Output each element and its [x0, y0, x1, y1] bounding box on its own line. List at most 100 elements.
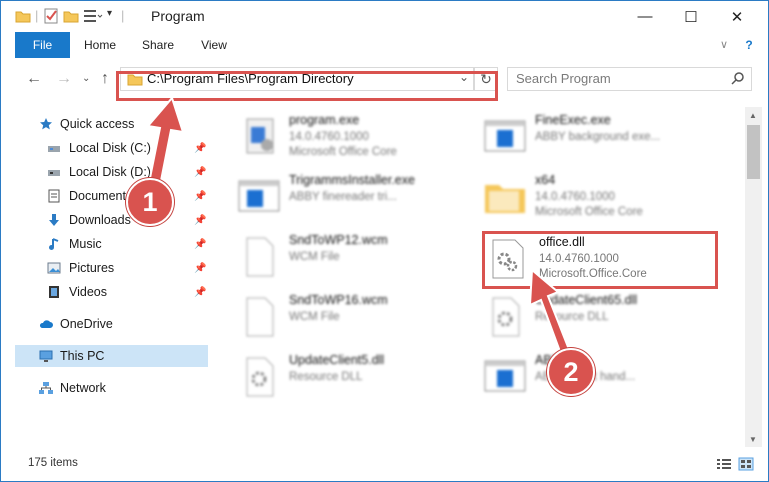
search-input[interactable]: Search Program — [507, 67, 752, 91]
pin-icon[interactable]: 📌 — [194, 239, 206, 250]
sidebar-item-label: OneDrive — [60, 317, 113, 331]
sidebar-item-quick-access[interactable]: Quick access — [15, 113, 208, 135]
ribbon-collapse-icon[interactable]: ∨ — [716, 32, 732, 58]
scrollbar-thumb[interactable] — [747, 125, 760, 179]
sidebar-item-label: Videos — [69, 285, 107, 299]
file-name: FineExec.exe — [535, 113, 611, 127]
file-detail: ABBY finereader tri... — [289, 191, 397, 203]
computer-icon — [39, 350, 53, 362]
close-button[interactable]: ✕ — [714, 1, 760, 32]
list-item[interactable]: x64 14.0.4760.1000 Microsoft Office Core — [483, 171, 723, 225]
list-item[interactable]: SndToWP16.wcm WCM File — [237, 291, 477, 345]
documents-icon — [48, 189, 60, 203]
list-item[interactable]: FineExec.exe ABBY background exe... — [483, 111, 723, 165]
pin-icon[interactable]: 📌 — [194, 167, 206, 178]
up-arrow-icon[interactable]: ↑ — [101, 70, 109, 88]
app-window-icon — [238, 180, 280, 212]
sidebar-item-documents[interactable]: Documents 📌 — [15, 185, 208, 207]
folder-icon[interactable] — [15, 8, 31, 24]
file-detail: WCM File — [289, 251, 340, 263]
title-bar: | ▾ | Program — ☐ ✕ — [1, 1, 768, 32]
file-name: x64 — [535, 173, 556, 187]
cloud-icon — [39, 320, 53, 328]
scroll-down-icon[interactable]: ▼ — [749, 435, 757, 444]
sidebar-item-label: Network — [60, 381, 106, 395]
pin-icon[interactable]: 📌 — [194, 191, 206, 202]
file-name: program.exe — [289, 113, 360, 127]
folder-icon — [485, 185, 525, 213]
details-view-icon[interactable] — [716, 457, 732, 471]
properties-icon[interactable] — [43, 8, 59, 24]
drive-icon — [48, 146, 60, 152]
file-name: TrigrammsInstaller.exe — [289, 173, 415, 187]
file-name: UpdateClient65.dll — [535, 293, 638, 307]
file-detail: 14.0.4760.1000 — [535, 191, 615, 203]
sidebar-item-label: Local Disk (D:) — [69, 165, 151, 179]
list-item[interactable]: ABBY.exe ABBY event hand... — [483, 351, 723, 405]
file-detail: Microsoft Office Core — [289, 146, 397, 158]
back-arrow-icon[interactable]: ← — [26, 70, 42, 88]
customize-icon[interactable] — [83, 8, 103, 24]
step-2-badge: 2 — [547, 348, 595, 396]
ribbon-tabs: File Home Share View ∨ ? — [1, 32, 768, 59]
drive-icon — [48, 170, 60, 176]
sidebar-item-label: Downloads — [69, 213, 131, 227]
network-icon — [39, 382, 53, 394]
sidebar-item-onedrive[interactable]: OneDrive — [15, 313, 208, 335]
file-detail: Microsoft Office Core — [535, 206, 643, 218]
music-icon — [49, 238, 59, 250]
forward-arrow-icon[interactable]: → — [56, 70, 72, 88]
pin-icon[interactable]: 📌 — [194, 263, 206, 274]
sidebar-item-downloads[interactable]: Downloads 📌 — [15, 209, 208, 231]
tab-file[interactable]: File — [15, 32, 70, 58]
exe-icon — [246, 118, 274, 154]
pin-icon[interactable]: 📌 — [194, 215, 206, 226]
sidebar-item-pictures[interactable]: Pictures 📌 — [15, 257, 208, 279]
scroll-up-icon[interactable]: ▲ — [749, 111, 757, 120]
sidebar-item-this-pc[interactable]: This PC — [15, 345, 208, 367]
separator: | — [121, 8, 125, 23]
list-item[interactable]: UpdateClient5.dll Resource DLL — [237, 351, 477, 405]
file-detail: ABBY background exe... — [535, 131, 661, 143]
sidebar-item-network[interactable]: Network — [15, 377, 208, 399]
pin-icon[interactable]: 📌 — [194, 143, 206, 154]
sidebar-item-local-disk-c[interactable]: Local Disk (C:) 📌 — [15, 137, 208, 159]
file-detail: 14.0.4760.1000 — [289, 131, 369, 143]
sidebar-item-label: Documents — [69, 189, 133, 203]
new-folder-icon[interactable] — [63, 8, 79, 24]
file-detail: WCM File — [289, 311, 340, 323]
tab-home[interactable]: Home — [76, 32, 124, 58]
dll-gear-icon — [246, 357, 274, 397]
step-1-badge: 1 — [126, 178, 174, 226]
file-icon — [246, 297, 274, 337]
recent-locations-icon[interactable]: ⌄ — [82, 73, 90, 84]
sidebar-item-label: Music — [69, 237, 102, 251]
dll-gear-icon — [492, 297, 520, 337]
vertical-scrollbar[interactable]: ▲ ▼ — [745, 107, 762, 447]
address-bar-highlight — [116, 71, 498, 101]
file-icon — [246, 237, 274, 277]
tab-share[interactable]: Share — [134, 32, 182, 58]
tab-view[interactable]: View — [190, 32, 238, 58]
chevron-down-icon[interactable]: ▾ — [107, 8, 112, 24]
separator: | — [35, 8, 39, 23]
navigation-pane: Quick access Local Disk (C:) 📌 Local Dis… — [15, 107, 208, 447]
sidebar-item-label: This PC — [60, 349, 105, 363]
sidebar-item-music[interactable]: Music 📌 — [15, 233, 208, 255]
pin-icon[interactable]: 📌 — [194, 287, 206, 298]
help-icon[interactable]: ? — [741, 32, 757, 58]
download-icon — [49, 214, 59, 226]
list-item[interactable]: TrigrammsInstaller.exe ABBY finereader t… — [237, 171, 477, 225]
star-icon — [40, 118, 52, 130]
list-item[interactable]: UpdateClient65.dll Resource DLL — [483, 291, 723, 345]
list-item[interactable]: SndToWP12.wcm WCM File — [237, 231, 477, 285]
list-item[interactable]: program.exe 14.0.4760.1000 Microsoft Off… — [237, 111, 477, 165]
maximize-button[interactable]: ☐ — [668, 1, 714, 32]
sidebar-item-local-disk-d[interactable]: Local Disk (D:) 📌 — [15, 161, 208, 183]
large-icons-view-icon[interactable] — [738, 457, 754, 471]
videos-icon — [49, 286, 59, 298]
pictures-icon — [47, 262, 61, 274]
sidebar-item-videos[interactable]: Videos 📌 — [15, 281, 208, 303]
file-name: UpdateClient5.dll — [289, 353, 385, 367]
minimize-button[interactable]: — — [622, 1, 668, 32]
